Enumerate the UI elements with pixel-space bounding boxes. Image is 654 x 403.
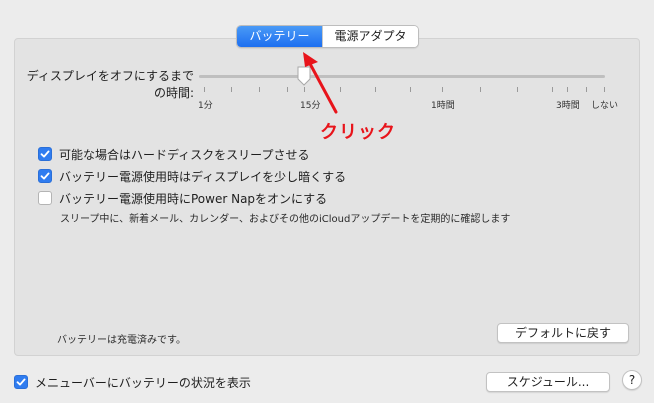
menubar-battery-label: メニューバーにバッテリーの状況を表示 <box>35 375 251 390</box>
slider-tick <box>604 87 605 92</box>
menubar-battery-checkbox[interactable] <box>14 375 28 389</box>
help-button[interactable]: ? <box>622 370 642 390</box>
slider-tick <box>567 87 568 92</box>
display-sleep-label: ディスプレイをオフにするまで <box>26 69 194 83</box>
annotation-arrow-icon <box>303 52 338 114</box>
slider-tick <box>517 87 518 92</box>
slider-tick <box>552 87 553 92</box>
slider-tick <box>442 87 443 92</box>
restore-defaults-button[interactable]: デフォルトに戻す <box>497 323 629 343</box>
checkmark-icon <box>40 150 50 158</box>
slider-tick <box>410 87 411 92</box>
checkmark-icon <box>40 172 50 180</box>
slider-tick <box>204 87 205 92</box>
tab-power-adapter[interactable]: 電源アダプタ <box>322 26 418 47</box>
dim-display-checkbox[interactable] <box>38 169 52 183</box>
slider-tick <box>480 87 481 92</box>
slider-tick <box>287 87 288 92</box>
source-segmented-control: バッテリー 電源アダプタ <box>236 25 419 48</box>
slider-tick <box>231 87 232 92</box>
slider-tick <box>259 87 260 92</box>
hdd-sleep-option[interactable]: 可能な場合はハードディスクをスリープさせる <box>38 146 309 162</box>
hdd-sleep-checkbox[interactable] <box>38 147 52 161</box>
checkmark-icon <box>16 378 26 386</box>
menubar-battery-option[interactable]: メニューバーにバッテリーの状況を表示 <box>14 374 251 390</box>
dim-display-option[interactable]: バッテリー電源使用時はディスプレイを少し暗くする <box>38 168 346 184</box>
hdd-sleep-label: 可能な場合はハードディスクをスリープさせる <box>59 147 310 162</box>
display-sleep-label-suffix: の時間: <box>153 86 194 100</box>
dim-display-label: バッテリー電源使用時はディスプレイを少し暗くする <box>59 169 347 184</box>
schedule-button[interactable]: スケジュール... <box>486 372 610 392</box>
slider-tick <box>375 87 376 92</box>
slider-tick <box>586 87 587 92</box>
tick-label-never: しない <box>591 101 619 111</box>
power-nap-checkbox[interactable] <box>38 191 52 205</box>
power-nap-option[interactable]: バッテリー電源使用時にPower Napをオンにする <box>38 190 327 206</box>
display-sleep-slider-track[interactable] <box>199 75 605 78</box>
tick-label-1hour: 1時間 <box>431 101 455 111</box>
tick-label-3hours: 3時間 <box>556 101 580 111</box>
power-nap-label: バッテリー電源使用時にPower Napをオンにする <box>59 191 328 206</box>
tab-battery[interactable]: バッテリー <box>237 26 322 47</box>
battery-status: バッテリーは充電済みです。 <box>57 335 186 346</box>
click-annotation: クリック <box>320 122 396 143</box>
tick-label-1min: 1分 <box>198 101 213 111</box>
power-nap-description: スリープ中に、新着メール、カレンダー、およびその他のiCloudアップデートを定… <box>60 214 511 225</box>
energy-saver-window: バッテリー 電源アダプタ ディスプレイをオフにするまで の時間: 1分 15分 … <box>0 0 654 403</box>
